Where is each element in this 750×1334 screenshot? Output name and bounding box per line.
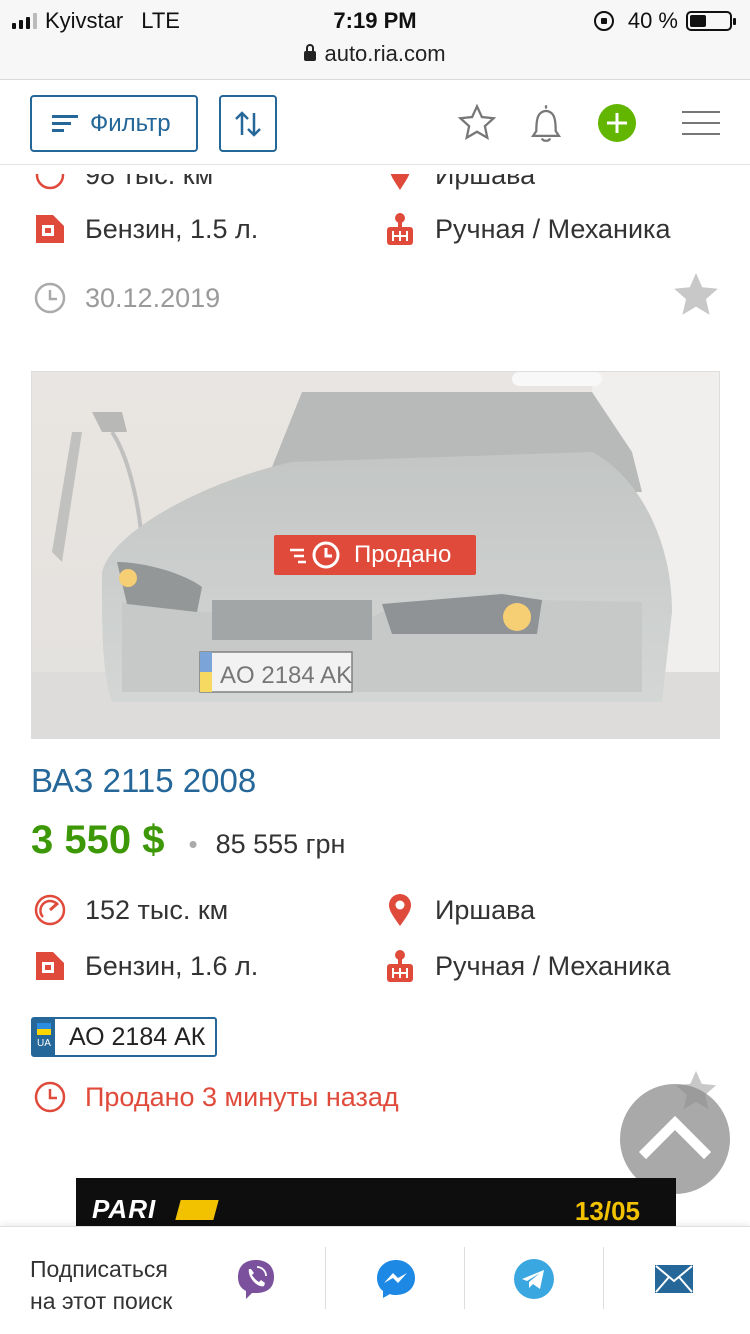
gearbox-icon xyxy=(383,212,417,246)
prev-date-row: 30.12.2019 xyxy=(33,281,220,315)
subscribe-line-1: Подписаться xyxy=(30,1256,168,1282)
prev-date: 30.12.2019 xyxy=(85,282,221,313)
email-button[interactable] xyxy=(652,1257,696,1301)
bell-icon[interactable] xyxy=(524,101,568,145)
add-listing-button[interactable] xyxy=(595,101,639,145)
sold-time: Продано 3 минуты назад xyxy=(85,1081,399,1112)
listing-price: 3 550 $ • 85 555 грн xyxy=(31,818,345,863)
city: Иршава xyxy=(435,894,536,925)
transmission-row: Ручная / Механика xyxy=(383,949,670,983)
url-bar[interactable]: auto.ria.com xyxy=(0,40,750,80)
fuel-icon xyxy=(33,949,67,983)
divider xyxy=(603,1247,604,1309)
prev-favorite-star-icon[interactable] xyxy=(671,270,721,320)
status-bar: Kyivstar LTE 7:19 PM 40 % xyxy=(0,0,750,40)
viber-button[interactable] xyxy=(234,1257,278,1301)
fuel-icon xyxy=(33,212,67,246)
clock-icon xyxy=(33,281,67,315)
battery-icon xyxy=(686,11,736,31)
banner-logo-bar xyxy=(175,1200,219,1220)
favorites-star-icon[interactable] xyxy=(455,101,499,145)
menu-icon[interactable] xyxy=(679,101,723,145)
telegram-icon xyxy=(514,1259,554,1299)
city-row: Иршава xyxy=(383,893,535,927)
battery-percent: 40 % xyxy=(627,8,678,33)
prev-transmission: Ручная / Механика xyxy=(435,213,671,244)
sold-clock-icon xyxy=(290,541,340,569)
sold-badge-label: Продано xyxy=(354,541,452,568)
prev-transmission-row: Ручная / Механика xyxy=(383,212,670,246)
ua-flag-icon: UA xyxy=(33,1019,55,1055)
price-uah: 85 555 грн xyxy=(215,829,346,859)
listing-title[interactable]: ВАЗ 2115 2008 xyxy=(31,762,256,800)
sold-time-row: Продано 3 минуты назад xyxy=(33,1080,399,1114)
ad-banner[interactable]: PARI 13/05 xyxy=(76,1178,676,1228)
price-separator: • xyxy=(188,829,198,859)
sort-icon xyxy=(235,110,261,137)
transmission: Ручная / Механика xyxy=(435,950,671,981)
filter-icon xyxy=(52,114,78,133)
viber-icon xyxy=(238,1260,274,1299)
speedometer-icon xyxy=(33,893,67,927)
clock-icon xyxy=(33,1080,67,1114)
padlock-icon xyxy=(304,44,317,61)
subscribe-line-2: на этот поиск xyxy=(30,1288,173,1314)
subscribe-bar: Подписаться на этот поиск xyxy=(0,1226,750,1334)
license-plate: UA АО 2184 АК xyxy=(31,1017,218,1057)
banner-date: 13/05 xyxy=(574,1196,640,1226)
mileage: 152 тыс. км xyxy=(85,894,229,925)
location-pin-icon xyxy=(383,893,417,927)
telegram-button[interactable] xyxy=(512,1257,556,1301)
subscribe-text[interactable]: Подписаться на этот поиск xyxy=(30,1253,230,1317)
prev-fuel-row: Бензин, 1.5 л. xyxy=(33,212,258,246)
fuel: Бензин, 1.6 л. xyxy=(85,950,259,981)
divider xyxy=(325,1247,326,1309)
mileage-row: 152 тыс. км xyxy=(33,893,228,927)
messenger-icon xyxy=(377,1260,415,1298)
orientation-lock-icon xyxy=(593,11,614,31)
prev-fuel: Бензин, 1.5 л. xyxy=(85,213,259,244)
fuel-row: Бензин, 1.6 л. xyxy=(33,949,258,983)
gearbox-icon xyxy=(383,949,417,983)
url-text: auto.ria.com xyxy=(324,41,446,66)
banner-brand: PARI xyxy=(92,1194,157,1224)
filter-label: Фильтр xyxy=(90,109,171,137)
plus-icon xyxy=(598,104,636,142)
mail-icon xyxy=(655,1265,693,1293)
toolbar: Фильтр xyxy=(0,81,750,165)
divider xyxy=(464,1247,465,1309)
sold-badge: Продано xyxy=(274,535,476,575)
price-usd: 3 550 $ xyxy=(31,818,165,862)
messenger-button[interactable] xyxy=(374,1257,418,1301)
plate-number: АО 2184 АК xyxy=(69,1022,206,1051)
status-right: 40 % xyxy=(593,8,736,34)
filter-button[interactable]: Фильтр xyxy=(30,95,198,152)
sort-button[interactable] xyxy=(219,95,277,152)
plate-country: UA xyxy=(37,1038,51,1049)
